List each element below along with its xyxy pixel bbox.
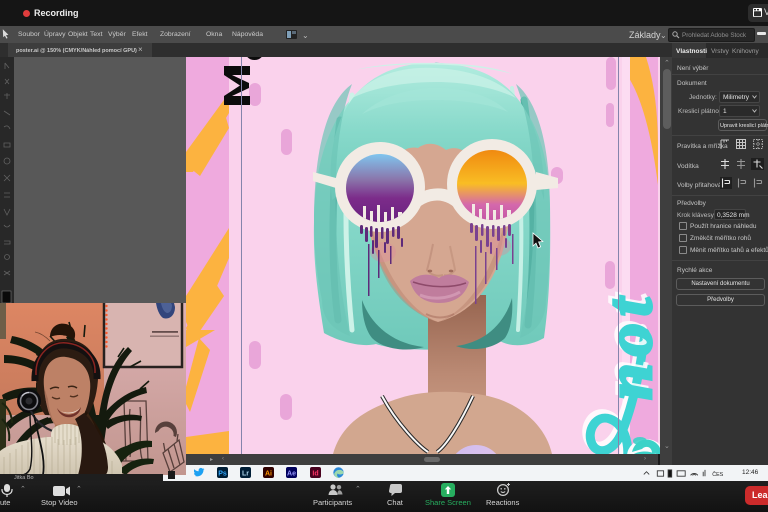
svg-text:Lr: Lr bbox=[242, 471, 249, 478]
svg-text:Id: Id bbox=[312, 471, 318, 478]
svg-text:ČES: ČES bbox=[712, 471, 723, 478]
svg-text:not: not bbox=[593, 291, 660, 400]
svg-text:Ps: Ps bbox=[218, 471, 227, 478]
svg-text:Ae: Ae bbox=[287, 471, 296, 478]
svg-text:Ai: Ai bbox=[265, 471, 272, 478]
